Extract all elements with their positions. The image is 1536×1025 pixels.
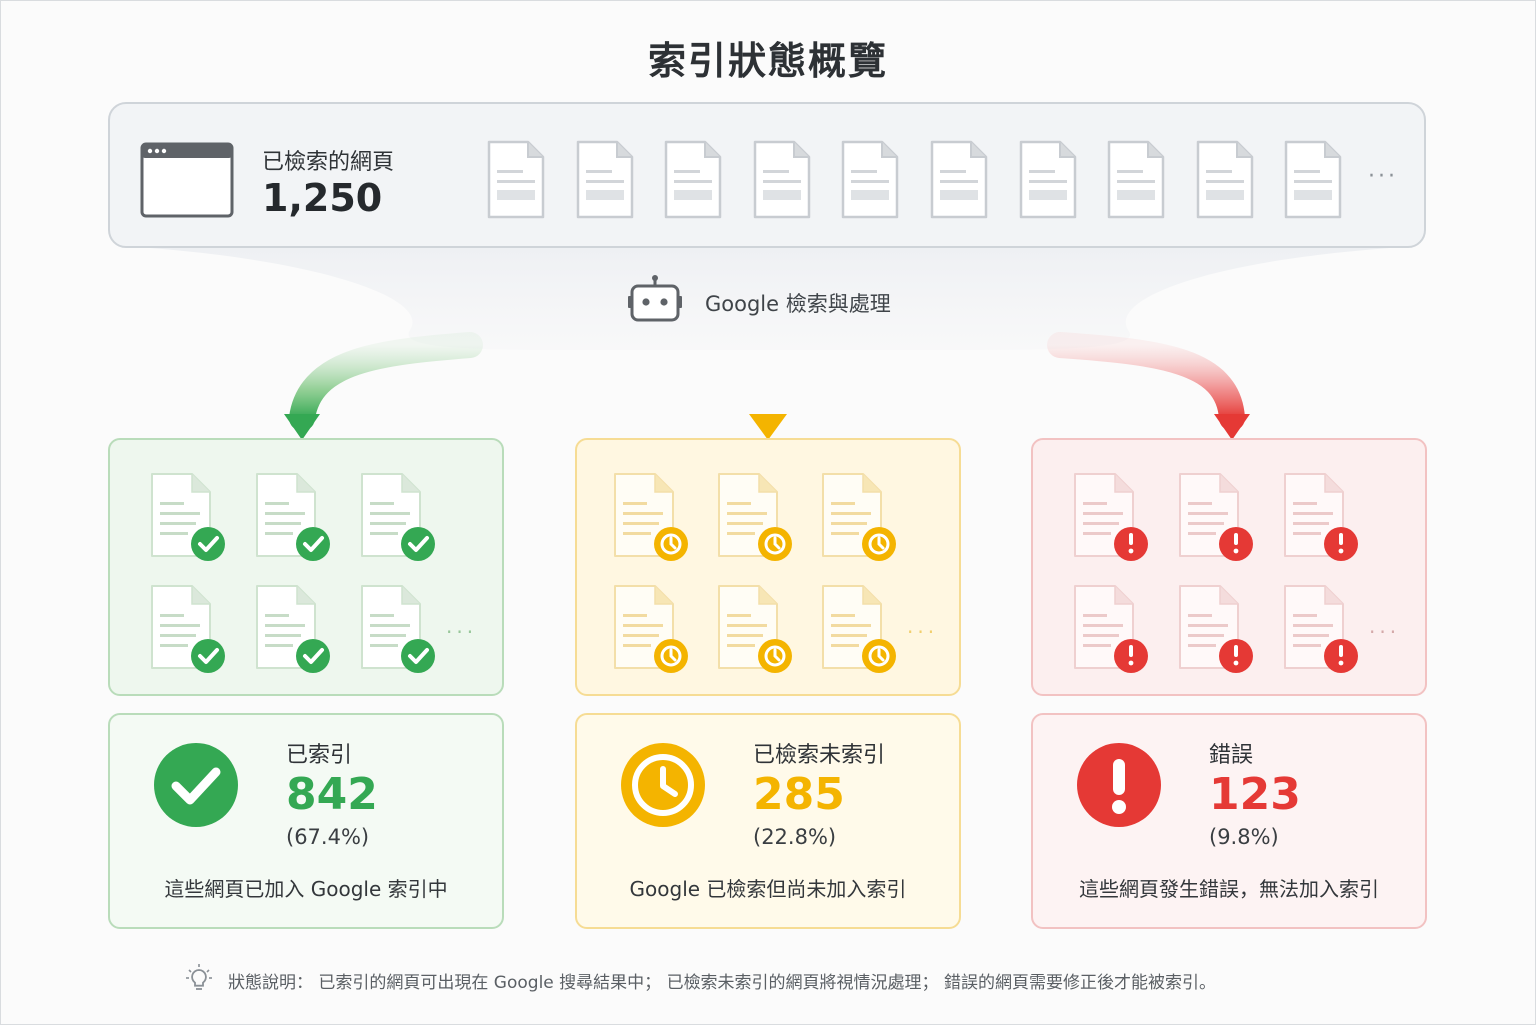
error-count: 123 [1209, 769, 1301, 820]
crawled-label: 已檢索未索引 [753, 743, 886, 768]
indexed-document-icon [151, 473, 225, 561]
page-thumbnail-icon [1285, 140, 1342, 219]
indexed-arrowhead [284, 414, 320, 440]
crawled-document-icon [614, 585, 688, 673]
error-arrowhead [1214, 414, 1250, 440]
error-document-icon [1179, 585, 1253, 673]
more-pages-ellipsis: ··· [1368, 164, 1398, 189]
page-thumbnail-icon [664, 140, 722, 219]
error-arrow [1047, 332, 1245, 431]
browser-window-icon [140, 142, 234, 218]
crawled-document-icon [718, 585, 792, 673]
crawled-document-icon [718, 473, 792, 561]
page-thumbnail-icon [930, 140, 988, 219]
crawled-more-ellipsis: ··· [907, 620, 939, 644]
exclamation-circle-icon [1077, 743, 1161, 827]
indexed-arrow [289, 332, 483, 431]
page-thumbnail-icon [1107, 140, 1165, 219]
page-thumbnail-icon [1196, 140, 1254, 219]
page-thumbnail-icon [753, 140, 811, 219]
crawled-arrowhead [749, 414, 787, 440]
error-document-icon [1074, 585, 1148, 673]
indexed-stat-card: 已索引 842 (67.4%) 這些網頁已加入 Google 索引中 [108, 713, 504, 929]
crawled-count: 285 [753, 769, 845, 820]
indexed-document-icon [256, 585, 330, 673]
page-thumbnail-icon [1019, 140, 1076, 219]
crawled-document-icon [822, 585, 896, 673]
crawled-document-icon [822, 473, 896, 561]
error-percent: (9.8%) [1209, 825, 1279, 849]
indexed-more-ellipsis: ··· [446, 620, 478, 644]
page-thumbnails-row [486, 140, 1386, 220]
crawled-pages-count: 1,250 [262, 176, 383, 220]
error-stat-card: 錯誤 123 (9.8%) 這些網頁發生錯誤，無法加入索引 [1031, 713, 1427, 929]
check-circle-icon [154, 743, 238, 827]
indexed-document-icon [361, 473, 435, 561]
indexed-description: 這些網頁已加入 Google 索引中 [164, 877, 448, 901]
indexed-document-icon [151, 585, 225, 673]
error-more-ellipsis: ··· [1369, 620, 1401, 644]
page-thumbnail-icon [576, 140, 633, 219]
crawled-stat-card: 已檢索未索引 285 (22.8%) Google 已檢索但尚未加入索引 [575, 713, 961, 929]
crawled-pages-grid: ··· [575, 438, 961, 696]
indexed-document-icon [256, 473, 330, 561]
page-thumbnail-icon [487, 140, 545, 219]
page-thumbnail-icon [842, 140, 899, 219]
error-description: 這些網頁發生錯誤，無法加入索引 [1079, 877, 1379, 901]
error-label: 錯誤 [1209, 743, 1254, 768]
error-document-icon [1074, 473, 1148, 561]
indexed-percent: (67.4%) [286, 825, 370, 849]
crawled-pages-label: 已檢索的網頁 [262, 150, 395, 175]
crawled-document-icon [614, 473, 688, 561]
indexed-label: 已索引 [286, 743, 353, 768]
clock-circle-icon [621, 743, 705, 827]
lightbulb-icon [186, 964, 212, 990]
indexed-count: 842 [286, 769, 378, 820]
error-document-icon [1179, 473, 1253, 561]
error-pages-grid: ··· [1031, 438, 1427, 696]
crawled-pages-panel: 已檢索的網頁 1,250 ··· [108, 102, 1426, 248]
robot-icon [628, 275, 682, 322]
crawled-description: Google 已檢索但尚未加入索引 [629, 877, 907, 901]
error-document-icon [1284, 473, 1358, 561]
footnote-text: 狀態說明： 已索引的網頁可出現在 Google 搜尋結果中； 已檢索未索引的網頁… [228, 973, 1216, 993]
indexed-document-icon [361, 585, 435, 673]
crawled-percent: (22.8%) [753, 825, 837, 849]
google-process-label: Google 檢索與處理 [705, 292, 891, 316]
indexed-pages-grid: ··· [108, 438, 504, 696]
error-document-icon [1284, 585, 1358, 673]
